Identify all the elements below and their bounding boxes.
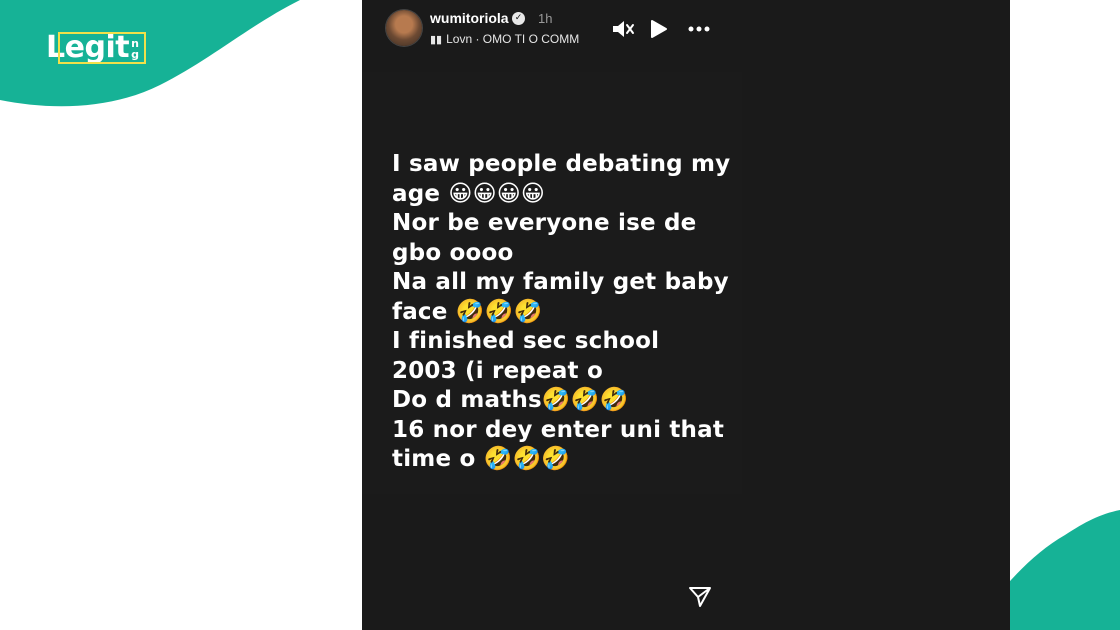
caption-line: Nor be everyone ise de: [392, 210, 697, 236]
music-label: Lovn · OMO TI O COMM: [446, 32, 580, 46]
speaker-muted-icon[interactable]: [610, 18, 636, 40]
post-time: 1h: [538, 11, 553, 26]
caption-line: 16 nor dey enter uni that: [392, 416, 725, 443]
brand-background-shape: [0, 0, 300, 107]
caption-line: I finished sec school: [392, 328, 660, 354]
more-dots-icon[interactable]: [686, 18, 712, 40]
caption-line: I saw people debating my: [392, 151, 731, 177]
caption-line: Na all my family get baby: [392, 269, 729, 295]
story-caption: I saw people debating my age 😀😀😀😀 Nor be…: [392, 150, 732, 475]
play-icon[interactable]: [646, 18, 672, 40]
caption-line: face 🤣🤣🤣: [392, 298, 543, 325]
profile-avatar[interactable]: [386, 10, 422, 46]
caption-line: gbo oooo: [392, 239, 514, 266]
instagram-story-frame[interactable]: wumitoriola ✓ 1h ▮▮ Lovn · OMO TI O COMM …: [362, 0, 1010, 630]
logo-frame: [58, 32, 146, 64]
story-header: wumitoriola ✓ 1h ▮▮ Lovn · OMO TI O COMM: [384, 8, 724, 48]
caption-line: Do d maths🤣🤣🤣: [392, 387, 629, 413]
send-icon[interactable]: [688, 585, 712, 609]
music-attribution[interactable]: ▮▮ Lovn · OMO TI O COMM: [430, 32, 600, 46]
legit-logo[interactable]: Legit n g: [46, 28, 146, 66]
music-bars-icon: ▮▮: [430, 34, 443, 46]
caption-line: 2003 (i repeat o: [392, 357, 603, 384]
caption-line: age 😀😀😀😀: [392, 180, 546, 207]
username[interactable]: wumitoriola: [430, 10, 509, 26]
verified-badge-icon: ✓: [512, 12, 525, 25]
caption-line: time o 🤣🤣🤣: [392, 446, 571, 472]
